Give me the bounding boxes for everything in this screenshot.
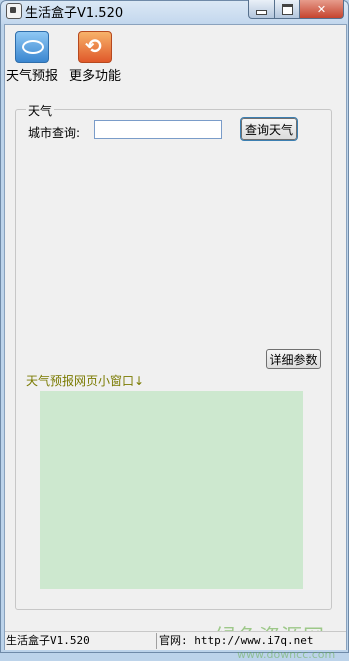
close-icon: ✕ [316, 2, 327, 16]
toolbar-weather-label: 天气预报 [6, 69, 59, 84]
minimize-button[interactable] [248, 0, 275, 19]
client-area: 天气预报 更多功能 天气 城市查询: 查询天气 详细参数 天气预报网页小窗口↓ … [4, 24, 347, 661]
group-title: 天气 [26, 102, 55, 119]
city-label: 城市查询: [28, 126, 81, 140]
toolbar-more-button[interactable]: 更多功能 [69, 31, 121, 84]
weather-web-pane[interactable] [40, 391, 303, 589]
weather-groupbox: 天气 城市查询: 查询天气 详细参数 天气预报网页小窗口↓ [15, 102, 332, 610]
maximize-button[interactable] [275, 0, 300, 19]
title-bar[interactable]: 生活盒子V1.520 ✕ [0, 0, 349, 22]
mini-window-label: 天气预报网页小窗口↓ [26, 374, 145, 388]
toolbar-weather-button[interactable]: 天气预报 [6, 31, 58, 84]
window-controls: ✕ [248, 0, 344, 19]
refresh-icon [78, 31, 112, 63]
status-bar: 生活盒子V1.520 官网: http://www.i7q.net [5, 631, 346, 650]
detail-params-button[interactable]: 详细参数 [266, 349, 321, 369]
status-app-version: 生活盒子V1.520 [5, 633, 157, 649]
weather-icon [15, 31, 49, 63]
close-button[interactable]: ✕ [300, 0, 344, 19]
window-title: 生活盒子V1.520 [25, 6, 124, 21]
maximize-icon [281, 3, 293, 15]
city-input[interactable] [94, 120, 222, 139]
status-website-link[interactable]: 官网: http://www.i7q.net [157, 633, 346, 649]
query-weather-button[interactable]: 查询天气 [240, 117, 298, 141]
toolbar-more-label: 更多功能 [69, 69, 122, 84]
app-icon [6, 3, 22, 19]
minimize-icon [256, 9, 267, 15]
